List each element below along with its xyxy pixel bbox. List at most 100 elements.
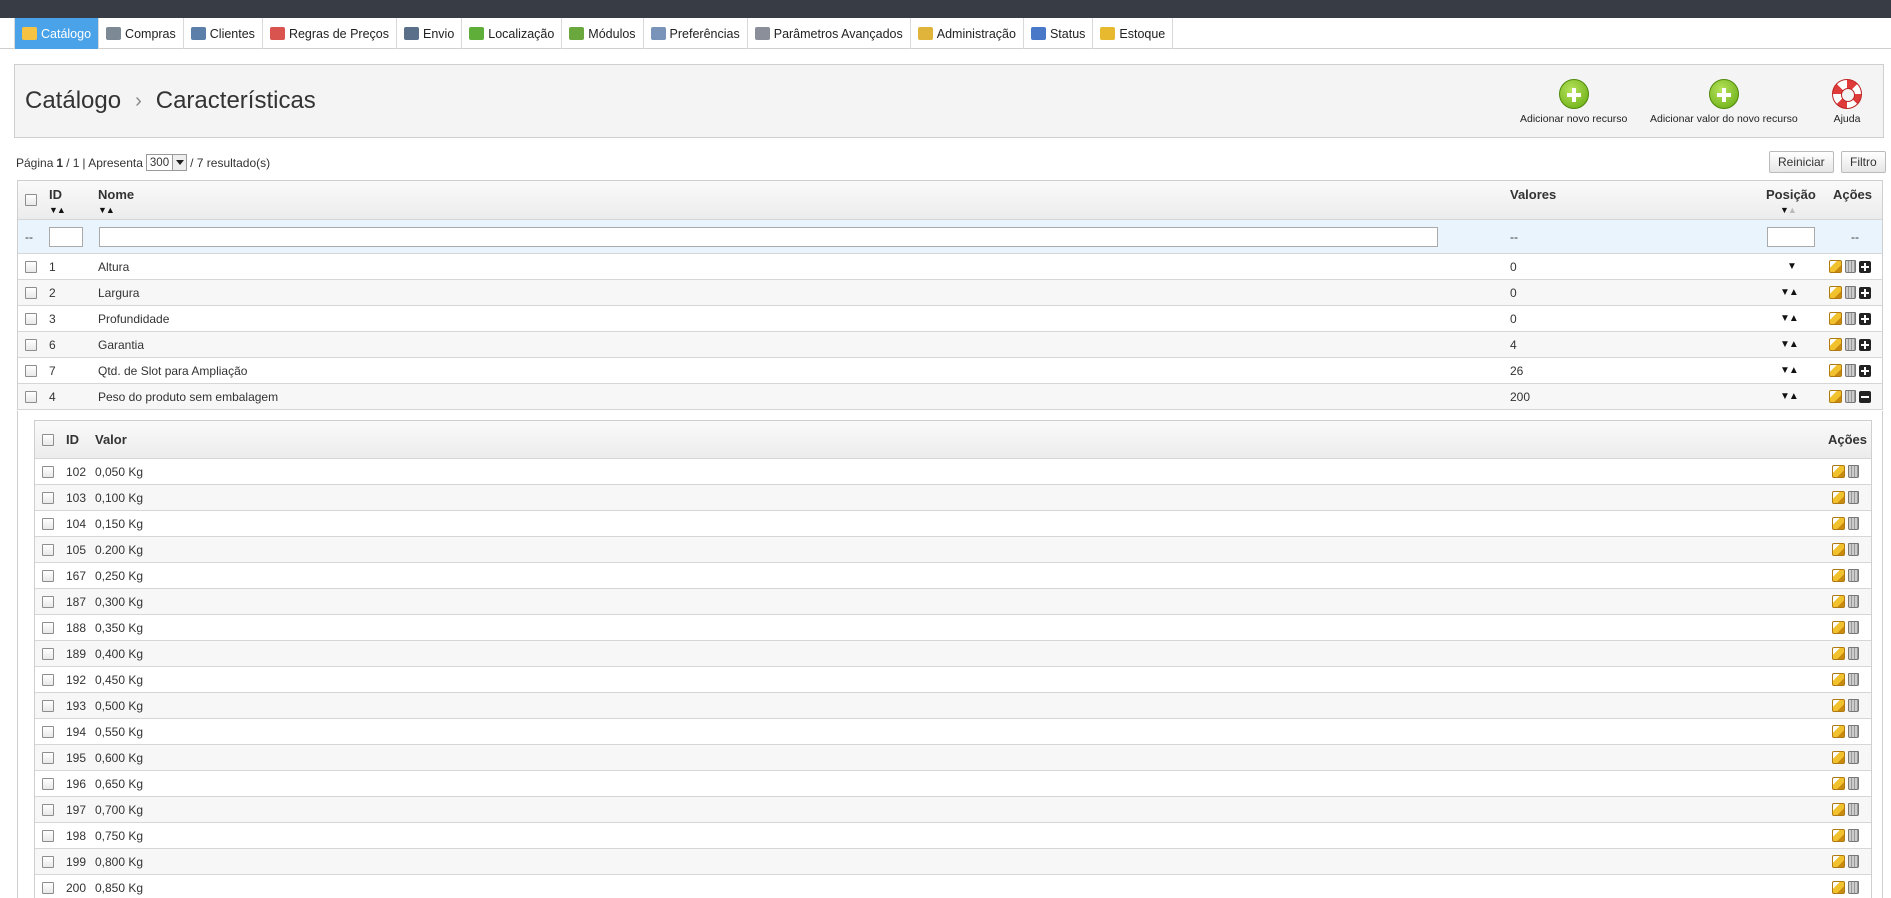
edit-icon[interactable]: [1829, 260, 1842, 273]
value-text[interactable]: 0,800 Kg: [95, 849, 143, 874]
value-checkbox[interactable]: [42, 465, 54, 478]
edit-icon[interactable]: [1832, 881, 1845, 894]
trash-icon[interactable]: [1848, 595, 1859, 608]
edit-icon[interactable]: [1832, 855, 1845, 868]
value-checkbox[interactable]: [42, 829, 54, 842]
tab-10[interactable]: Status: [1024, 18, 1094, 49]
trash-icon[interactable]: [1848, 699, 1859, 712]
select-all-values-checkbox[interactable]: [42, 433, 54, 446]
edit-icon[interactable]: [1832, 491, 1845, 504]
value-text[interactable]: 0,600 Kg: [95, 745, 143, 770]
edit-icon[interactable]: [1832, 829, 1845, 842]
edit-icon[interactable]: [1832, 465, 1845, 478]
help-button[interactable]: Ajuda: [1832, 79, 1862, 125]
value-text[interactable]: 0,400 Kg: [95, 641, 143, 666]
tab-2[interactable]: Clientes: [184, 18, 263, 49]
edit-icon[interactable]: [1832, 699, 1845, 712]
row-checkbox[interactable]: [25, 364, 37, 377]
position-arrows[interactable]: ▼▲: [1780, 391, 1799, 402]
tab-4[interactable]: Envio: [397, 18, 463, 49]
value-text[interactable]: 0,700 Kg: [95, 797, 143, 822]
per-page-select[interactable]: 300: [145, 154, 188, 171]
row-checkbox[interactable]: [25, 260, 37, 273]
position-arrows[interactable]: ▼▲: [1780, 287, 1799, 298]
edit-icon[interactable]: [1829, 312, 1842, 325]
edit-icon[interactable]: [1829, 286, 1842, 299]
expand-icon[interactable]: [1859, 364, 1871, 377]
trash-icon[interactable]: [1845, 312, 1856, 325]
expand-icon[interactable]: [1859, 338, 1871, 351]
value-text[interactable]: 0,450 Kg: [95, 667, 143, 692]
filter-position-input[interactable]: [1767, 226, 1815, 247]
edit-icon[interactable]: [1832, 647, 1845, 660]
row-checkbox[interactable]: [25, 312, 37, 325]
edit-icon[interactable]: [1832, 751, 1845, 764]
trash-icon[interactable]: [1848, 621, 1859, 634]
value-text[interactable]: 0,100 Kg: [95, 485, 143, 510]
trash-icon[interactable]: [1848, 751, 1859, 764]
tab-0[interactable]: Catálogo: [14, 18, 100, 49]
value-checkbox[interactable]: [42, 491, 54, 504]
trash-icon[interactable]: [1848, 725, 1859, 738]
tab-9[interactable]: Administração: [911, 18, 1024, 49]
tab-1[interactable]: Compras: [99, 18, 184, 49]
value-checkbox[interactable]: [42, 725, 54, 738]
reset-button[interactable]: Reiniciar: [1769, 151, 1834, 173]
edit-icon[interactable]: [1829, 364, 1842, 377]
filter-id-input[interactable]: [49, 226, 83, 247]
tab-7[interactable]: Preferências: [644, 18, 748, 49]
trash-icon[interactable]: [1848, 491, 1859, 504]
value-checkbox[interactable]: [42, 647, 54, 660]
row-name[interactable]: Garantia: [98, 332, 144, 357]
trash-icon[interactable]: [1848, 673, 1859, 686]
value-checkbox[interactable]: [42, 855, 54, 868]
position-arrows[interactable]: ▼: [1787, 261, 1797, 272]
trash-icon[interactable]: [1845, 390, 1856, 403]
sort-position-arrows[interactable]: ▼▲: [1780, 205, 1797, 215]
edit-icon[interactable]: [1832, 595, 1845, 608]
tab-3[interactable]: Regras de Preços: [263, 18, 397, 49]
trash-icon[interactable]: [1845, 338, 1856, 351]
value-text[interactable]: 0,500 Kg: [95, 693, 143, 718]
value-text[interactable]: 0,850 Kg: [95, 875, 143, 898]
value-checkbox[interactable]: [42, 569, 54, 582]
trash-icon[interactable]: [1848, 881, 1859, 894]
value-text[interactable]: 0,750 Kg: [95, 823, 143, 848]
add-feature-button[interactable]: Adicionar novo recurso: [1520, 79, 1627, 125]
expand-icon[interactable]: [1859, 260, 1871, 273]
value-checkbox[interactable]: [42, 673, 54, 686]
filter-button[interactable]: Filtro: [1841, 151, 1886, 173]
row-checkbox[interactable]: [25, 338, 37, 351]
trash-icon[interactable]: [1848, 647, 1859, 660]
trash-icon[interactable]: [1848, 803, 1859, 816]
edit-icon[interactable]: [1832, 517, 1845, 530]
value-checkbox[interactable]: [42, 699, 54, 712]
edit-icon[interactable]: [1832, 803, 1845, 816]
tab-6[interactable]: Módulos: [562, 18, 644, 49]
expand-icon[interactable]: [1859, 312, 1871, 325]
value-checkbox[interactable]: [42, 517, 54, 530]
filter-name-input[interactable]: [99, 226, 1438, 247]
trash-icon[interactable]: [1845, 260, 1856, 273]
position-arrows[interactable]: ▼▲: [1780, 339, 1799, 350]
value-text[interactable]: 0,250 Kg: [95, 563, 143, 588]
trash-icon[interactable]: [1845, 286, 1856, 299]
tab-11[interactable]: Estoque: [1093, 18, 1174, 49]
row-name[interactable]: Altura: [98, 254, 129, 279]
value-checkbox[interactable]: [42, 803, 54, 816]
row-name[interactable]: Profundidade: [98, 306, 169, 331]
position-arrows[interactable]: ▼▲: [1780, 313, 1799, 324]
edit-icon[interactable]: [1832, 673, 1845, 686]
value-checkbox[interactable]: [42, 777, 54, 790]
trash-icon[interactable]: [1848, 465, 1859, 478]
sort-id-arrows[interactable]: ▼▲: [49, 205, 66, 215]
trash-icon[interactable]: [1848, 569, 1859, 582]
value-text[interactable]: 0,300 Kg: [95, 589, 143, 614]
value-text[interactable]: 0,650 Kg: [95, 771, 143, 796]
trash-icon[interactable]: [1845, 364, 1856, 377]
value-text[interactable]: 0,050 Kg: [95, 459, 143, 484]
row-checkbox[interactable]: [25, 390, 37, 403]
row-name[interactable]: Largura: [98, 280, 139, 305]
row-name[interactable]: Qtd. de Slot para Ampliação: [98, 358, 247, 383]
edit-icon[interactable]: [1832, 543, 1845, 556]
